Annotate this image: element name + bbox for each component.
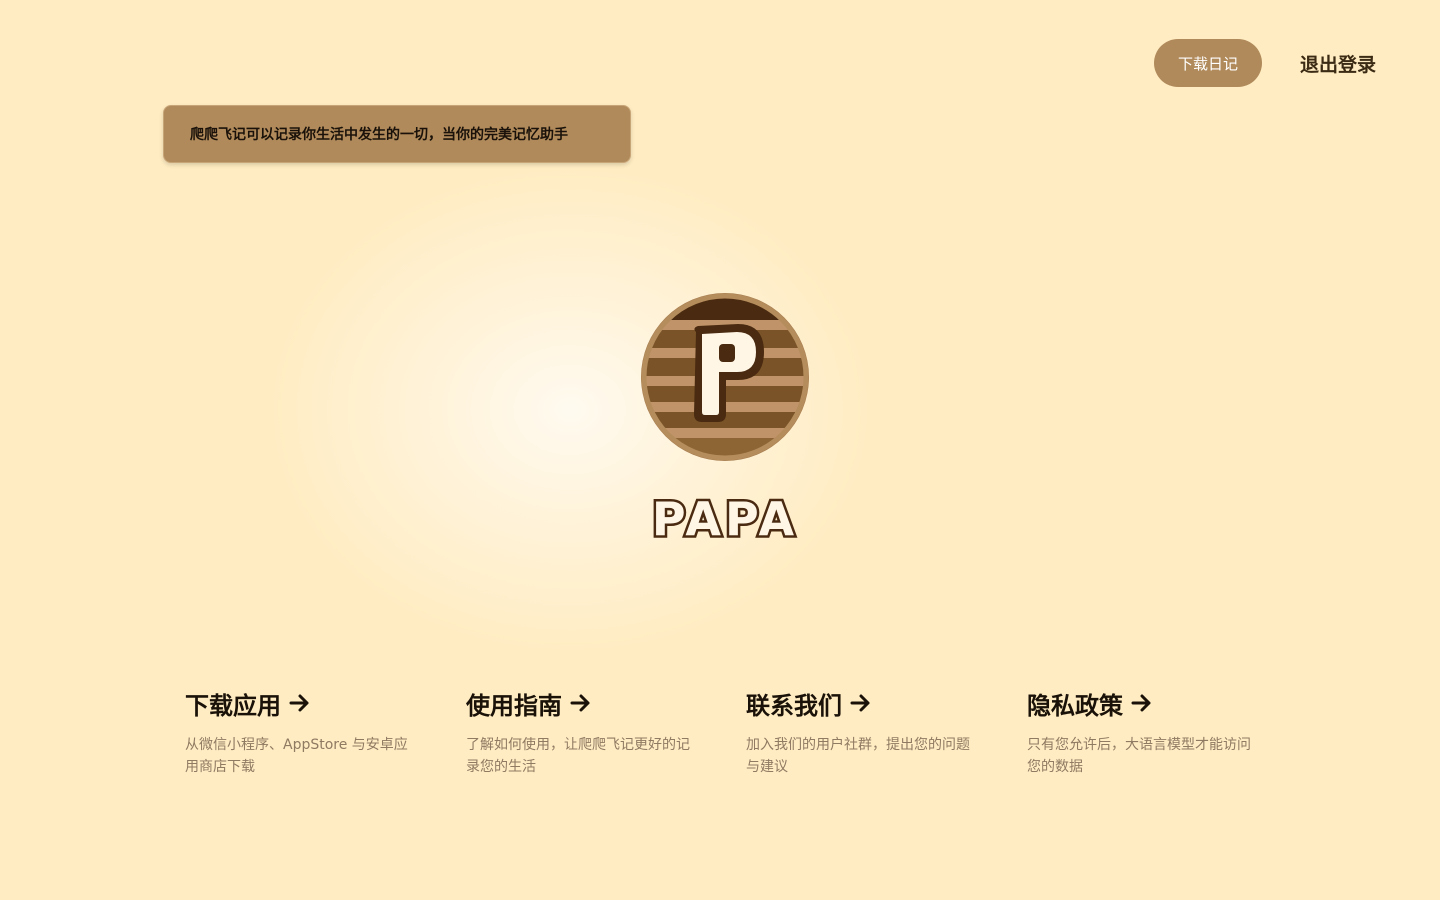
- arrow-right-icon: [850, 693, 872, 713]
- papa-wordmark: PAPA: [649, 490, 798, 549]
- feature-description: 只有您允许后，大语言模型才能访问您的数据: [1027, 737, 1251, 775]
- feature-guide: 使用指南 了解如何使用，让爬爬飞记更好的记录您的生活: [466, 684, 706, 778]
- feature-privacy: 隐私政策 只有您允许后，大语言模型才能访问您的数据: [1027, 684, 1267, 778]
- feature-description: 从微信小程序、AppStore 与安卓应用商店下载: [185, 737, 408, 775]
- feature-description: 了解如何使用，让爬爬飞记更好的记录您的生活: [466, 737, 690, 775]
- feature-download: 下载应用 从微信小程序、AppStore 与安卓应用商店下载: [185, 684, 425, 778]
- arrow-right-icon: [570, 693, 592, 713]
- feature-title-text: 联系我们: [746, 691, 842, 720]
- download-app-link[interactable]: 下载应用: [185, 684, 425, 722]
- feature-title-text: 下载应用: [185, 691, 281, 720]
- papa-logo-icon: [641, 293, 809, 461]
- tagline-banner: 爬爬飞记可以记录你生活中发生的一切，当你的完美记忆助手: [163, 105, 631, 163]
- arrow-right-icon: [1131, 693, 1153, 713]
- arrow-right-icon: [289, 693, 311, 713]
- tagline-text: 爬爬飞记可以记录你生活中发生的一切，当你的完美记忆助手: [190, 127, 568, 143]
- wordmark-text: PAPA: [652, 492, 798, 546]
- privacy-policy-link[interactable]: 隐私政策: [1027, 684, 1267, 722]
- download-diary-button[interactable]: 下载日记: [1154, 39, 1262, 87]
- feature-title-text: 使用指南: [466, 691, 562, 720]
- feature-description: 加入我们的用户社群，提出您的问题与建议: [746, 737, 970, 775]
- logout-link[interactable]: 退出登录: [1300, 48, 1376, 78]
- contact-us-link[interactable]: 联系我们: [746, 684, 986, 722]
- user-guide-link[interactable]: 使用指南: [466, 684, 706, 722]
- feature-contact: 联系我们 加入我们的用户社群，提出您的问题与建议: [746, 684, 986, 778]
- feature-title-text: 隐私政策: [1027, 691, 1123, 720]
